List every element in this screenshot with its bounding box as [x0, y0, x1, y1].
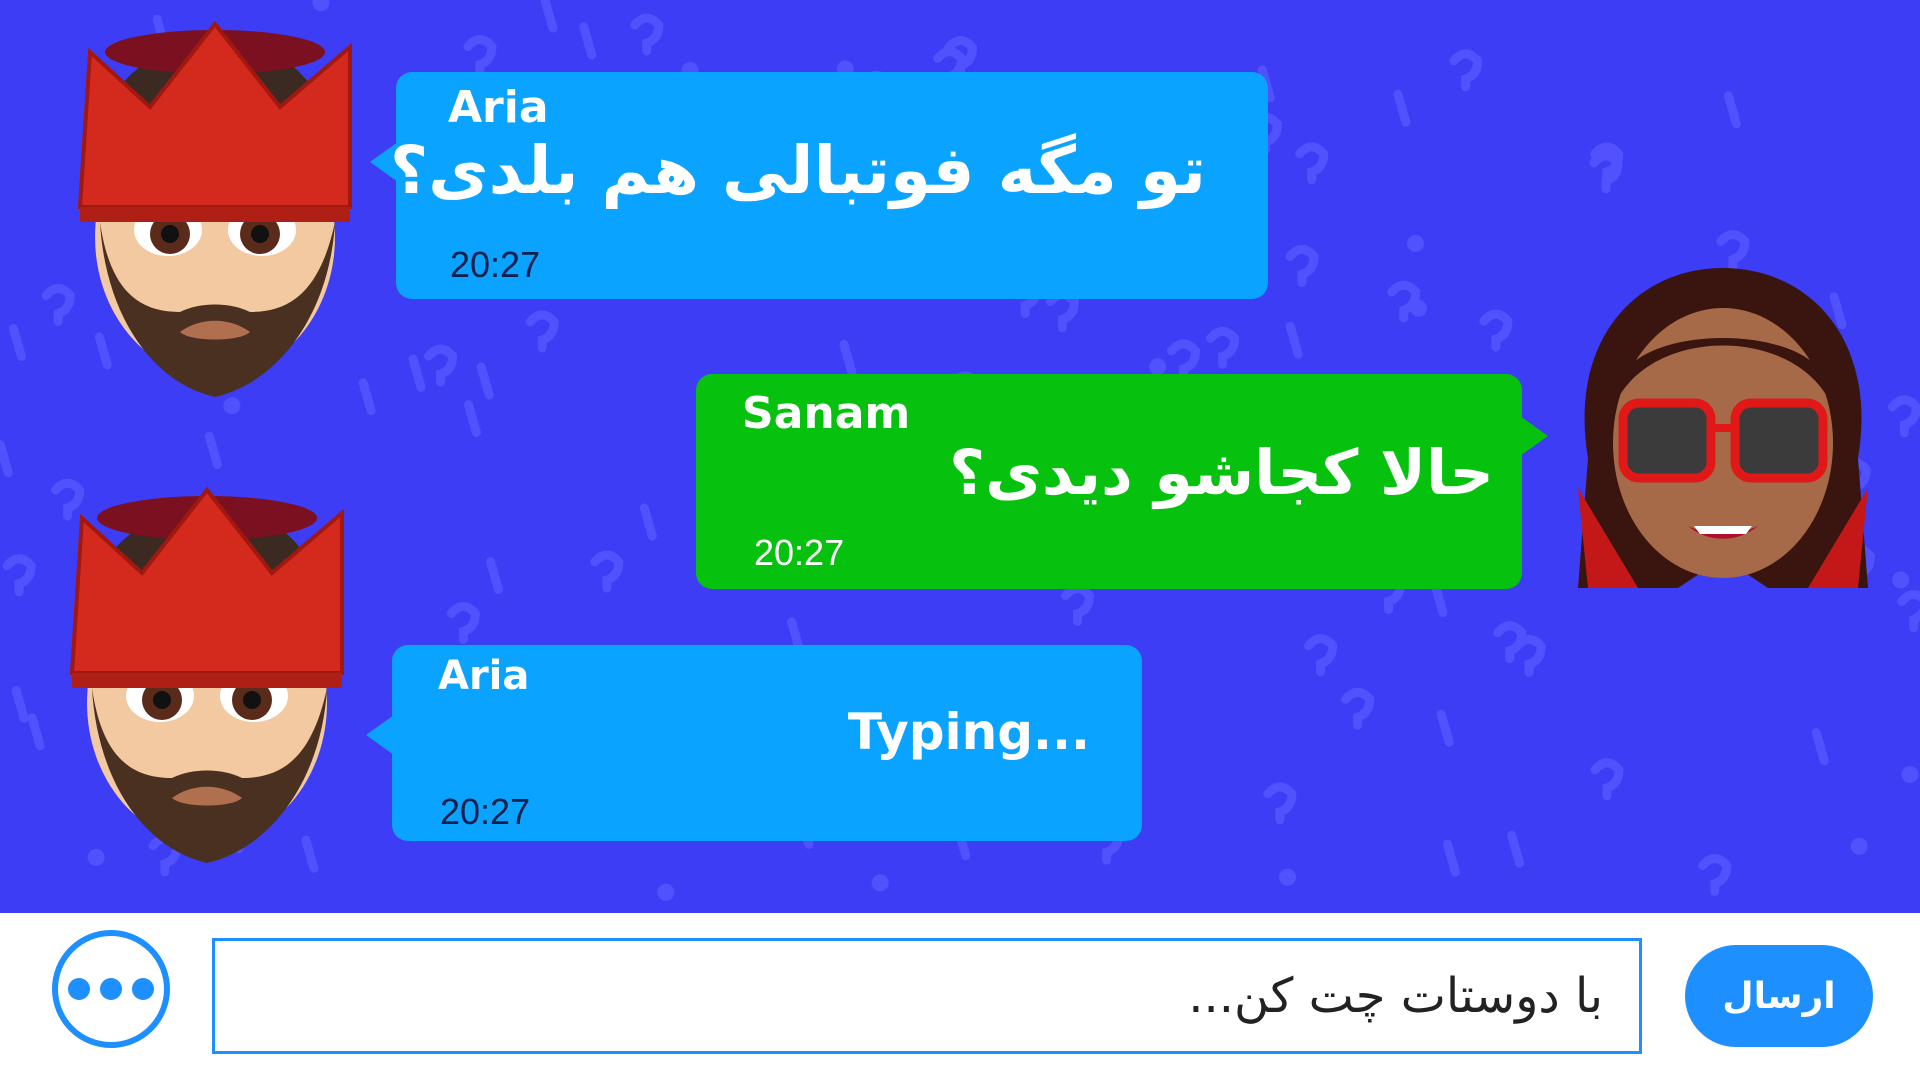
- more-options-button[interactable]: [52, 930, 170, 1048]
- aria-avatar[interactable]: [50, 12, 370, 412]
- message-bubble-incoming: Aria Typing... 20:27: [366, 645, 1142, 841]
- message-time: 20:27: [754, 532, 845, 573]
- message-input[interactable]: [212, 938, 1642, 1054]
- chat-area: Aria تو مگه فوتبالی هم بلدی؟ 20:27 Sanam…: [0, 0, 1920, 913]
- message-text: حالا کجاشو دیدی؟: [949, 436, 1494, 509]
- message-bubble-incoming: Aria تو مگه فوتبالی هم بلدی؟ 20:27: [370, 72, 1268, 299]
- message-bubble-outgoing: Sanam حالا کجاشو دیدی؟ 20:27: [696, 374, 1548, 589]
- message-text: تو مگه فوتبالی هم بلدی؟: [389, 132, 1206, 209]
- more-dots-icon: [100, 978, 122, 1000]
- message-sender: Aria: [448, 82, 549, 133]
- message-time: 20:27: [450, 244, 541, 285]
- send-button[interactable]: ارسال: [1685, 945, 1873, 1047]
- message-time: 20:27: [440, 791, 531, 832]
- typing-indicator: Typing...: [847, 703, 1090, 761]
- more-dots-icon: [132, 978, 154, 1000]
- more-dots-icon: [68, 978, 90, 1000]
- aria-avatar[interactable]: [42, 478, 362, 878]
- message-sender: Aria: [438, 653, 530, 699]
- sanam-avatar[interactable]: [1548, 258, 1898, 598]
- message-sender: Sanam: [742, 388, 911, 439]
